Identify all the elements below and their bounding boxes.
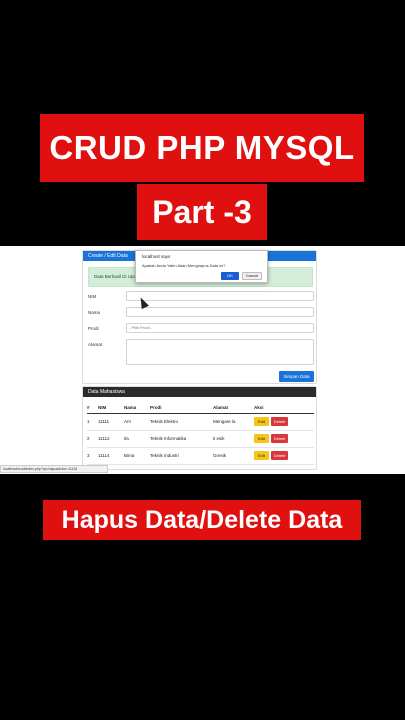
nama-input[interactable] [126,307,314,317]
cell-alamat: Mengare la [213,413,254,431]
subtitle-banner: Hapus Data/Delete Data [43,500,361,540]
edit-button[interactable]: Edit [254,417,269,426]
ok-button[interactable]: OK [221,272,239,280]
cell-nama: Ila [124,430,150,448]
cell-aksi: Edit Delete [254,430,314,448]
cell-no: 1 [87,413,98,431]
dialog-title: localhost says [142,254,171,259]
status-bar-url: localhost/crud/index.php?op=hapus&nim=11… [0,465,108,473]
edit-button[interactable]: Edit [254,451,269,460]
col-no: # [87,403,98,414]
table-row: 3 11114 Bima Teknik Industri Gresik Edit… [87,447,314,465]
title-banner: CRUD PHP MYSQL [40,114,364,182]
col-prodi: Prodi [150,403,213,414]
cell-nama: Bima [124,447,150,465]
table-row: 1 11111 Arri Teknik Elektro Mengare la E… [87,413,314,431]
cell-nim: 11112 [98,430,124,448]
cell-prodi: Teknik Informatika [150,430,213,448]
table-row: 2 11112 Ila Teknik Informatika ti esik E… [87,430,314,448]
nama-label: Nama [88,310,101,315]
col-nama: Nama [124,403,150,414]
cell-nim: 11111 [98,413,124,431]
cell-alamat: Gresik [213,447,254,465]
table-header-row: # NIM Nama Prodi Alamat Aksi [87,403,314,414]
nim-label: NIM [88,294,97,299]
cell-aksi: Edit Delete [254,447,314,465]
cell-no: 3 [87,447,98,465]
col-aksi: Aksi [254,403,314,414]
cell-aksi: Edit Delete [254,413,314,431]
cancel-button[interactable]: Cancel [242,272,262,280]
confirm-dialog: localhost says Apakah Anda Yakin Akan Me… [135,250,268,283]
prodi-label: Prodi [88,326,99,331]
delete-button[interactable]: Delete [270,417,289,426]
cell-nim: 11114 [98,447,124,465]
video-frame: CRUD PHP MYSQL Part -3 Create / Edit Dat… [0,0,405,720]
col-alamat: Alamat [213,403,254,414]
delete-button[interactable]: Delete [270,451,289,460]
alamat-textarea[interactable] [126,339,314,365]
mahasiswa-table: # NIM Nama Prodi Alamat Aksi 1 11111 Arr… [87,403,314,465]
cell-nama: Arri [124,413,150,431]
delete-button[interactable]: Delete [270,434,289,443]
prodi-select[interactable]: - Pilih Prodi - [126,323,314,333]
col-nim: NIM [98,403,124,414]
part-banner: Part -3 [137,184,267,240]
cell-no: 2 [87,430,98,448]
table-card: Data Mahasiswa # NIM Nama Prodi Alamat A… [82,386,317,470]
alamat-label: Alamat [88,342,103,347]
edit-button[interactable]: Edit [254,434,269,443]
cell-alamat: ti esik [213,430,254,448]
nim-input[interactable] [126,291,314,301]
cell-prodi: Teknik Elektro [150,413,213,431]
cell-prodi: Teknik Industri [150,447,213,465]
save-button[interactable]: Simpan Data [279,371,314,382]
table-card-header: Data Mahasiswa [83,387,316,397]
dialog-message: Apakah Anda Yakin Akan Menghapus Data in… [142,263,226,268]
